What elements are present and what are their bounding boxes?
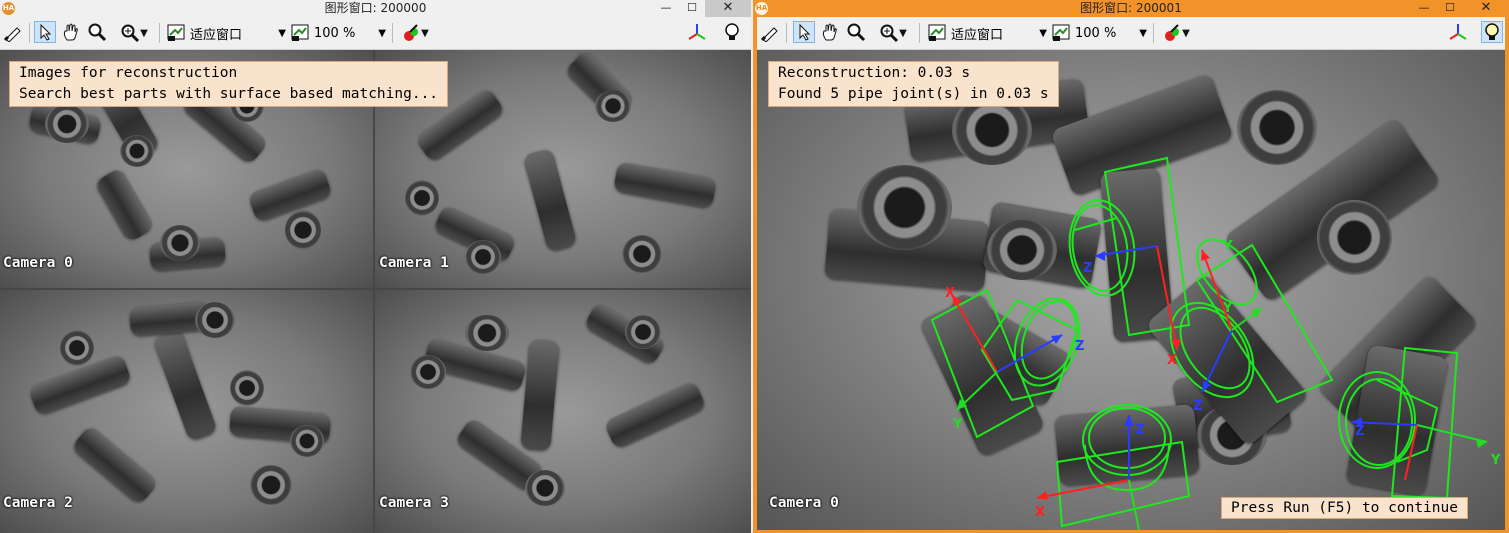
minimize-button[interactable]: — (653, 0, 679, 17)
zoom-percent-icon (1052, 24, 1070, 41)
svg-text:Y: Y (1222, 301, 1233, 316)
title-bar: HA 图形窗口: 200000 — ☐ ✕ (0, 0, 751, 17)
camera-label-3: Camera 3 (379, 495, 449, 511)
zoom-in-dropdown[interactable]: ▼ (114, 21, 154, 45)
title-bar: HA 图形窗口: 200001 — ☐ ✕ (753, 0, 1509, 17)
minimize-button[interactable]: — (1411, 0, 1437, 17)
status-message: Reconstruction: 0.03 s Found 5 pipe joint… (768, 61, 1059, 107)
zoom-percent-icon (291, 24, 309, 41)
zoom-mode-select[interactable]: 适应窗口 ▼ (927, 22, 1047, 44)
fit-window-icon (928, 24, 946, 41)
lightbulb-icon[interactable] (721, 21, 743, 43)
3d-axes-icon[interactable] (686, 21, 708, 43)
brush-icon[interactable] (2, 21, 24, 43)
pipe-joint-contour-4 (1055, 440, 1191, 528)
3d-axes-icon[interactable] (1447, 21, 1469, 43)
zoom-in-icon (880, 24, 899, 43)
svg-text:X: X (1035, 505, 1045, 520)
camera-label-0: Camera 0 (769, 495, 839, 511)
lightbulb-icon[interactable] (1481, 21, 1503, 43)
pointer-icon[interactable] (34, 21, 56, 43)
maximize-button[interactable]: ☐ (1437, 0, 1463, 17)
zoom-in-icon (121, 24, 140, 43)
pipe-joint-contour-1 (1103, 156, 1191, 337)
window-title: 图形窗口: 200000 (324, 1, 427, 15)
hand-icon[interactable] (60, 21, 82, 43)
zoom-percent-select[interactable]: 100 % ▼ (1051, 22, 1147, 44)
brush-icon[interactable] (759, 21, 781, 43)
zoom-percent-select[interactable]: 100 % ▼ (290, 22, 386, 44)
window-title: 图形窗口: 200001 (1080, 1, 1182, 15)
color-pick-icon (1165, 24, 1180, 41)
pointer-icon[interactable] (793, 21, 815, 43)
x-axis-label: X (1167, 353, 1177, 368)
svg-text:Z: Z (1135, 423, 1144, 438)
pipe-joint-contour-5 (1390, 346, 1459, 500)
toolbar: ▼ 适应窗口 ▼ 100 % ▼ ▼ (757, 17, 1505, 50)
color-dropdown[interactable]: ▼ (396, 21, 434, 45)
zoom-in-dropdown[interactable]: ▼ (873, 21, 913, 45)
image-canvas[interactable]: Images for reconstruction Search best par… (0, 50, 751, 533)
svg-text:Y: Y (1222, 239, 1233, 254)
color-pick-icon (404, 24, 419, 41)
z-axis-label: Z (1083, 261, 1092, 276)
camera-label-2: Camera 2 (3, 495, 73, 511)
color-dropdown[interactable]: ▼ (1157, 21, 1195, 45)
graphics-window-200000: HA 图形窗口: 200000 — ☐ ✕ ▼ 适应窗口▼ 100 %▼ ▼ (0, 0, 751, 533)
close-button[interactable]: ✕ (705, 0, 751, 17)
zoom-mode-select[interactable]: 适应窗口 ▼ (166, 22, 286, 44)
magnifier-icon[interactable] (845, 21, 867, 43)
pipe-joint-contour-2 (930, 288, 1035, 439)
svg-text:Z: Z (1193, 399, 1202, 414)
fit-window-icon (167, 24, 185, 41)
svg-text:Y: Y (952, 417, 963, 432)
svg-text:X: X (945, 286, 955, 301)
svg-text:Y: Y (1490, 453, 1501, 468)
svg-text:Z: Z (1355, 424, 1364, 439)
continue-prompt: Press Run (F5) to continue (1221, 497, 1468, 519)
graphics-window-200001: HA 图形窗口: 200001 — ☐ ✕ ▼ 适应窗口▼ 100 %▼ ▼ (753, 0, 1509, 533)
magnifier-icon[interactable] (86, 21, 108, 43)
close-button[interactable]: ✕ (1463, 0, 1509, 17)
toolbar: ▼ 适应窗口 ▼ 100 % ▼ ▼ (0, 17, 751, 50)
pipe-joint-contour-3 (1195, 243, 1334, 404)
reconstruction-canvas[interactable]: X Z X Z Y Y Z Y Z X Z Y Reconstruction: … (757, 50, 1505, 530)
pose-overlay: X Z X Z Y Y Z Y Z X Z Y (930, 156, 1501, 530)
status-message: Images for reconstruction Search best par… (9, 61, 449, 107)
camera-label-1: Camera 1 (379, 255, 449, 271)
hand-icon[interactable] (819, 21, 841, 43)
svg-text:Z: Z (1075, 339, 1084, 354)
maximize-button[interactable]: ☐ (679, 0, 705, 17)
camera-label-0: Camera 0 (3, 255, 73, 271)
